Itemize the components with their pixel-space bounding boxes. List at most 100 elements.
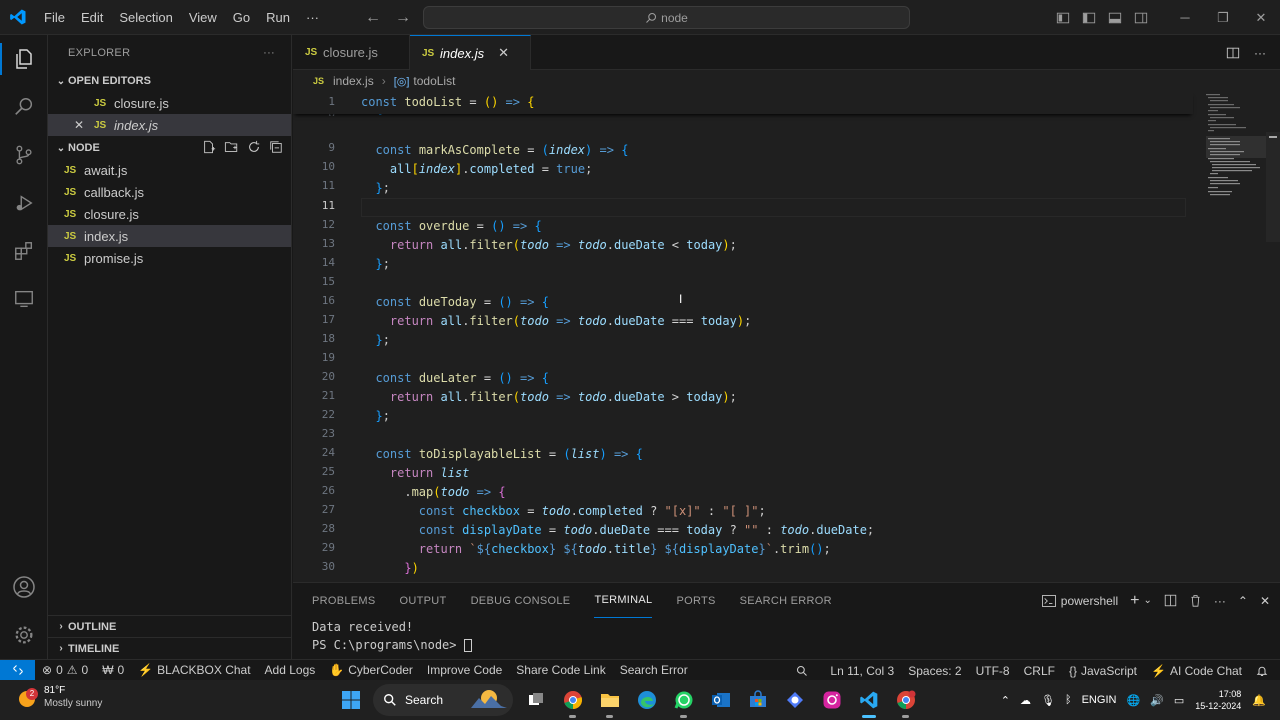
- eol-status[interactable]: CRLF: [1017, 664, 1062, 678]
- search-view-icon[interactable]: [0, 83, 48, 131]
- windows-start-icon[interactable]: [332, 680, 369, 720]
- toggle-secondary-sidebar-icon[interactable]: [1128, 0, 1154, 35]
- zoom-icon[interactable]: [789, 665, 815, 677]
- customize-layout-icon[interactable]: [1050, 0, 1076, 35]
- tab-debug-console[interactable]: DEBUG CONSOLE: [471, 583, 571, 618]
- menu-go[interactable]: Go: [225, 0, 258, 35]
- add-logs-status[interactable]: Add Logs: [258, 663, 323, 677]
- menu-view[interactable]: View: [181, 0, 225, 35]
- open-editor-item[interactable]: JS closure.js: [48, 92, 291, 114]
- menu-edit[interactable]: Edit: [73, 0, 111, 35]
- close-panel-icon[interactable]: ✕: [1260, 594, 1270, 608]
- breadcrumb-file[interactable]: index.js: [333, 74, 374, 88]
- minimap[interactable]: [1206, 92, 1266, 202]
- close-icon[interactable]: ✕: [1242, 0, 1280, 35]
- instagram-icon[interactable]: [813, 680, 850, 720]
- menu-selection[interactable]: Selection: [111, 0, 180, 35]
- share-code-link-status[interactable]: Share Code Link: [509, 663, 612, 677]
- tab-output[interactable]: OUTPUT: [400, 583, 447, 618]
- tray-overflow-chevron-up-icon[interactable]: ⌃: [996, 694, 1015, 707]
- cursor-position-status[interactable]: Ln 11, Col 3: [823, 664, 901, 678]
- file-item-promise[interactable]: JS promise.js: [48, 247, 291, 269]
- tab-terminal[interactable]: TERMINAL: [594, 583, 653, 618]
- cloud-icon[interactable]: ☁: [1015, 694, 1036, 707]
- editor-scrollbar[interactable]: [1266, 132, 1280, 242]
- file-explorer-icon[interactable]: [591, 680, 628, 720]
- network-globe-icon[interactable]: 🌐: [1121, 694, 1145, 707]
- command-center-search[interactable]: node: [423, 6, 910, 29]
- tab-problems[interactable]: PROBLEMS: [312, 583, 376, 618]
- ai-code-chat-status[interactable]: ⚡ AI Code Chat: [1144, 664, 1249, 678]
- refresh-icon[interactable]: [247, 140, 261, 154]
- notifications-bell-icon[interactable]: [1249, 665, 1280, 677]
- open-editors-section[interactable]: ⌄ OPEN EDITORS: [48, 70, 291, 92]
- problems-status[interactable]: ⊗ 0 ⚠ 0: [35, 663, 95, 677]
- copilot-icon[interactable]: [776, 680, 813, 720]
- language-mode-status[interactable]: {} JavaScript: [1062, 664, 1144, 678]
- timeline-section[interactable]: › TIMELINE: [48, 637, 292, 659]
- new-folder-icon[interactable]: [224, 140, 239, 154]
- restore-icon[interactable]: ❐: [1204, 0, 1242, 35]
- remote-explorer-icon[interactable]: [0, 275, 48, 323]
- terminal-output[interactable]: Data received! PS C:\programs\node>: [293, 618, 1280, 654]
- remote-indicator-icon[interactable]: [0, 659, 35, 681]
- minimize-icon[interactable]: ─: [1166, 0, 1204, 35]
- menu-more[interactable]: ···: [298, 0, 327, 35]
- back-arrow-icon[interactable]: ←: [365, 9, 381, 27]
- chrome-profile-icon[interactable]: [887, 680, 924, 720]
- bluetooth-icon[interactable]: ᛒ: [1060, 694, 1077, 706]
- new-file-icon[interactable]: [202, 140, 216, 154]
- file-item-callback[interactable]: JS callback.js: [48, 181, 291, 203]
- terminal-shell-selector[interactable]: powershell: [1041, 594, 1118, 608]
- task-view-icon[interactable]: [517, 680, 554, 720]
- manage-gear-icon[interactable]: [0, 611, 48, 659]
- collapse-all-icon[interactable]: [269, 140, 283, 154]
- battery-icon[interactable]: ▭: [1169, 694, 1189, 707]
- file-item-closure[interactable]: JS closure.js: [48, 203, 291, 225]
- tab-closure[interactable]: JS closure.js: [293, 35, 410, 70]
- tab-search-error[interactable]: SEARCH ERROR: [740, 583, 832, 618]
- accounts-icon[interactable]: [0, 563, 48, 611]
- edge-icon[interactable]: [628, 680, 665, 720]
- close-editor-icon[interactable]: ✕: [74, 118, 84, 132]
- explorer-icon[interactable]: [0, 35, 48, 83]
- language-indicator[interactable]: ENG IN: [1077, 694, 1122, 706]
- maximize-panel-icon[interactable]: ⌃: [1238, 594, 1248, 608]
- open-editor-item-active[interactable]: ✕ JS index.js: [48, 114, 291, 136]
- encoding-status[interactable]: UTF-8: [969, 664, 1017, 678]
- source-control-icon[interactable]: [0, 131, 48, 179]
- clock[interactable]: 17:08 15-12-2024: [1189, 688, 1247, 712]
- blackbox-chat-status[interactable]: ⚡ BLACKBOX Chat: [131, 663, 257, 677]
- explorer-more-actions[interactable]: ···: [263, 47, 275, 59]
- toggle-panel-icon[interactable]: [1102, 0, 1128, 35]
- toggle-primary-sidebar-icon[interactable]: [1076, 0, 1102, 35]
- file-item-await[interactable]: JS await.js: [48, 159, 291, 181]
- weather-widget[interactable]: 2 81°F Mostly sunny: [18, 684, 102, 710]
- new-terminal-plus-icon[interactable]: +: [1130, 592, 1139, 610]
- split-terminal-icon[interactable]: [1164, 594, 1177, 607]
- code-editor[interactable]: 1 8 9 10 11 11 1 const todoList = () => …: [293, 92, 1280, 582]
- tab-index[interactable]: JS index.js ✕: [410, 35, 531, 70]
- chrome-icon[interactable]: [554, 680, 591, 720]
- menu-run[interactable]: Run: [258, 0, 298, 35]
- indentation-status[interactable]: Spaces: 2: [901, 664, 968, 678]
- outlook-icon[interactable]: [702, 680, 739, 720]
- search-error-status[interactable]: Search Error: [613, 663, 695, 677]
- split-editor-icon[interactable]: [1226, 46, 1240, 60]
- taskbar-search[interactable]: Search: [373, 684, 513, 716]
- panel-more-actions[interactable]: ···: [1214, 594, 1226, 608]
- tab-ports[interactable]: PORTS: [676, 583, 715, 618]
- chevron-down-icon[interactable]: ⌄: [1143, 595, 1151, 606]
- improve-code-status[interactable]: Improve Code: [420, 663, 509, 677]
- outline-section[interactable]: › OUTLINE: [48, 615, 292, 637]
- menu-file[interactable]: File: [36, 0, 73, 35]
- volume-icon[interactable]: 🔊: [1145, 694, 1169, 707]
- trash-icon[interactable]: [1189, 594, 1202, 607]
- microphone-icon[interactable]: 🎙: [1036, 694, 1060, 707]
- notification-bell-icon[interactable]: 🔔: [1247, 694, 1280, 707]
- editor-more-actions[interactable]: ···: [1254, 46, 1266, 60]
- whatsapp-icon[interactable]: [665, 680, 702, 720]
- vscode-taskbar-icon[interactable]: [850, 680, 887, 720]
- extensions-icon[interactable]: [0, 227, 48, 275]
- forward-arrow-icon[interactable]: →: [395, 9, 411, 27]
